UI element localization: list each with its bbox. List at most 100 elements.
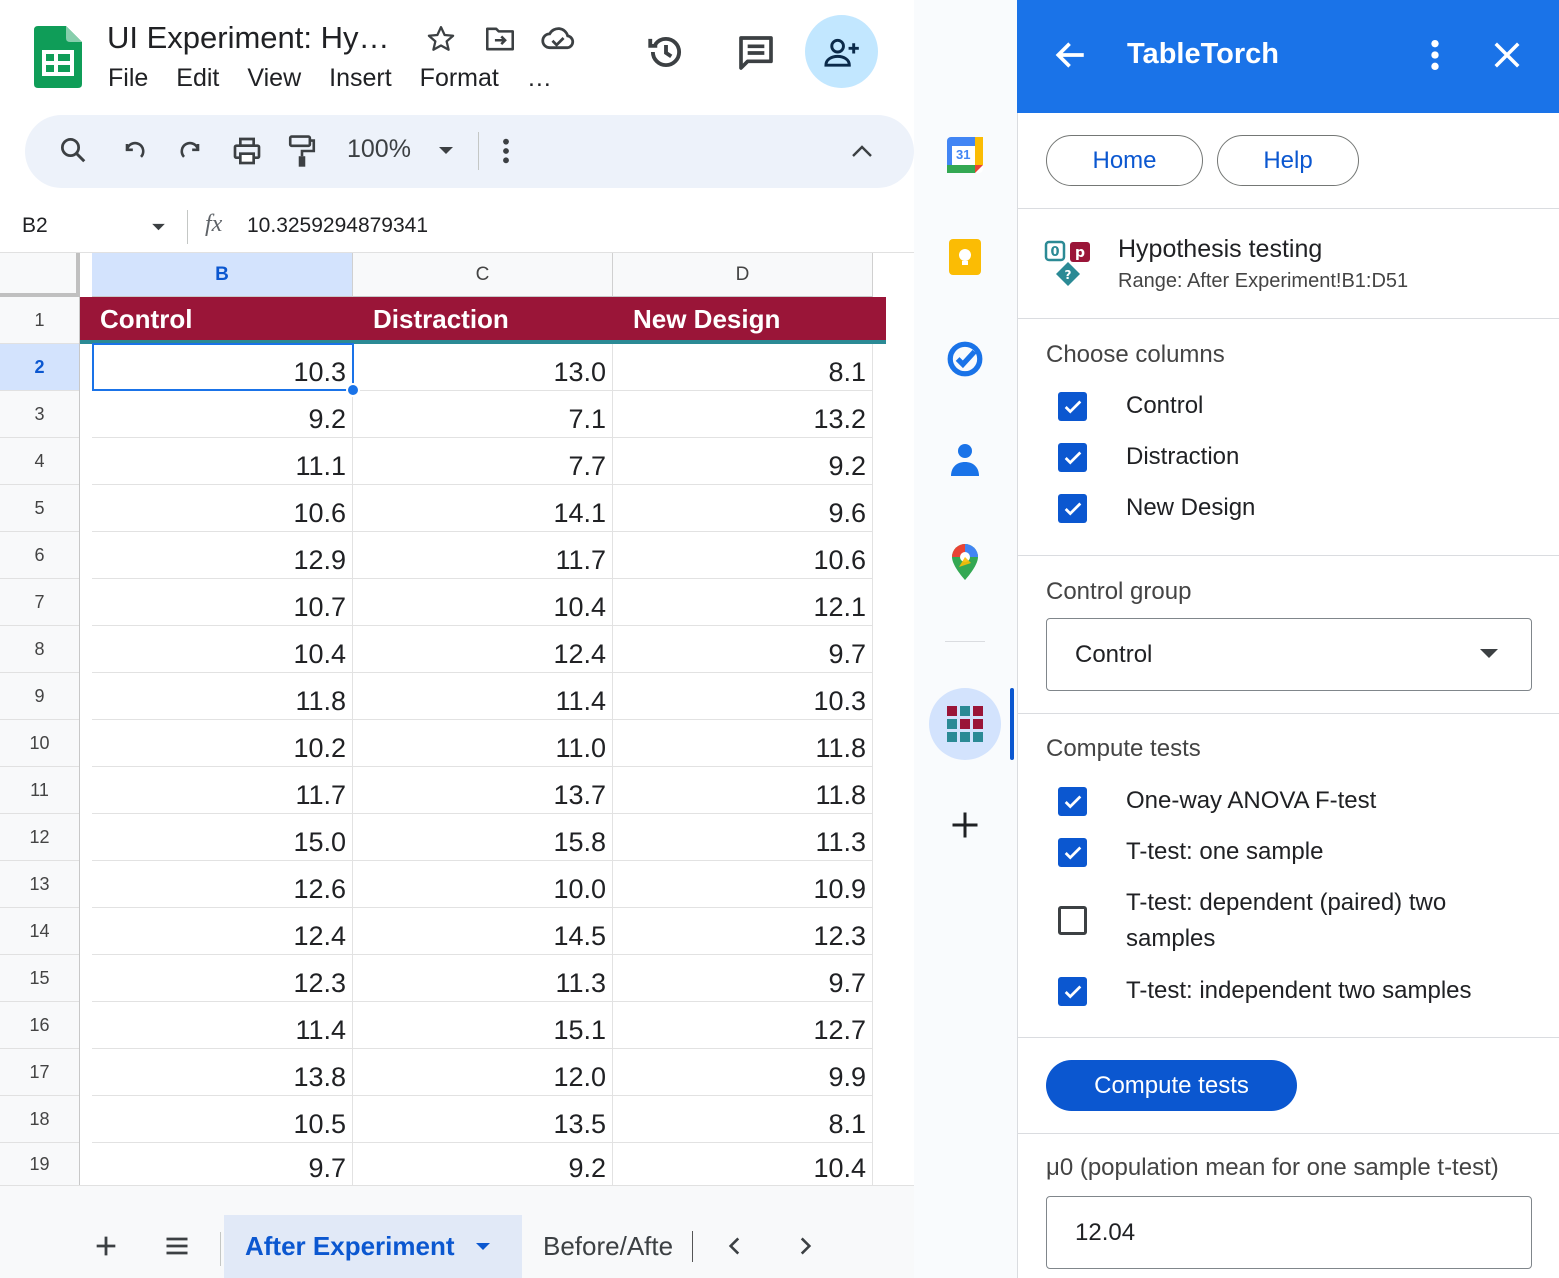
formula-input[interactable]: 10.3259294879341: [247, 214, 428, 238]
menu-format[interactable]: Format: [420, 64, 499, 93]
row-header-15[interactable]: 15: [0, 955, 79, 1002]
search-menus-icon[interactable]: [58, 135, 88, 165]
all-sheets-icon[interactable]: [162, 1232, 192, 1260]
close-icon[interactable]: [1492, 40, 1522, 70]
row-header-9[interactable]: 9: [0, 673, 79, 720]
row-header-7[interactable]: 7: [0, 579, 79, 626]
checkbox-label[interactable]: Distraction: [1126, 439, 1239, 475]
table-cell[interactable]: 8.1: [613, 344, 873, 391]
table-cell[interactable]: 11.1: [92, 438, 353, 485]
menu-more[interactable]: …: [527, 64, 552, 93]
zoom-dropdown-icon[interactable]: [438, 146, 454, 156]
row-header-8[interactable]: 8: [0, 626, 79, 673]
table-cell[interactable]: 12.6: [92, 861, 353, 908]
chevron-left-icon[interactable]: [722, 1233, 748, 1259]
keep-icon[interactable]: [947, 239, 983, 275]
redo-icon[interactable]: [177, 137, 205, 165]
table-cell[interactable]: 11.0: [353, 720, 613, 767]
cloud-saved-icon[interactable]: [540, 24, 576, 52]
table-cell[interactable]: 9.2: [92, 391, 353, 438]
checkbox-label[interactable]: Control: [1126, 388, 1203, 424]
tab-menu-icon[interactable]: [475, 1242, 491, 1252]
row-header-13[interactable]: 13: [0, 861, 79, 908]
table-cell[interactable]: 11.7: [92, 767, 353, 814]
select-all-corner[interactable]: [0, 253, 80, 297]
checkbox[interactable]: [1058, 977, 1087, 1006]
table-cell[interactable]: 7.7: [353, 438, 613, 485]
table-cell[interactable]: 12.3: [613, 908, 873, 955]
table-cell[interactable]: 10.4: [353, 579, 613, 626]
zoom-select[interactable]: 100%: [347, 135, 411, 164]
paint-format-icon[interactable]: [287, 134, 317, 168]
table-cell[interactable]: 11.3: [353, 955, 613, 1002]
checkbox[interactable]: [1058, 494, 1087, 523]
table-cell[interactable]: 10.2: [92, 720, 353, 767]
table-cell[interactable]: 13.5: [353, 1096, 613, 1143]
table-cell[interactable]: 11.3: [613, 814, 873, 861]
column-header-c[interactable]: C: [353, 253, 613, 297]
mu0-input[interactable]: [1046, 1196, 1532, 1269]
table-cell[interactable]: 14.1: [353, 485, 613, 532]
table-cell[interactable]: 9.9: [613, 1049, 873, 1096]
table-cell[interactable]: 12.4: [353, 626, 613, 673]
checkbox-label[interactable]: T-test: one sample: [1126, 834, 1323, 870]
home-button[interactable]: Home: [1046, 135, 1203, 186]
table-cell[interactable]: 9.7: [613, 626, 873, 673]
horizontal-scroll-area[interactable]: [0, 1185, 914, 1215]
checkbox[interactable]: [1058, 443, 1087, 472]
calendar-icon[interactable]: 31: [947, 137, 983, 173]
header-cell[interactable]: New Design: [613, 297, 873, 341]
table-cell[interactable]: 10.6: [613, 532, 873, 579]
row-header-1[interactable]: 1: [0, 297, 79, 344]
version-history-icon[interactable]: [645, 31, 687, 73]
help-button[interactable]: Help: [1217, 135, 1359, 186]
tasks-icon[interactable]: [946, 340, 984, 378]
table-cell[interactable]: 9.6: [613, 485, 873, 532]
column-header-d[interactable]: D: [613, 253, 873, 297]
row-header-11[interactable]: 11: [0, 767, 79, 814]
more-toolbar-icon[interactable]: [501, 137, 511, 165]
header-cell[interactable]: Control: [80, 297, 353, 341]
checkbox[interactable]: [1058, 392, 1087, 421]
row-header-2[interactable]: 2: [0, 344, 79, 391]
table-cell[interactable]: 9.2: [353, 1143, 613, 1187]
undo-icon[interactable]: [120, 137, 148, 165]
table-cell[interactable]: 7.1: [353, 391, 613, 438]
table-cell[interactable]: 14.5: [353, 908, 613, 955]
checkbox[interactable]: [1058, 787, 1087, 816]
collapse-menus-icon[interactable]: [851, 144, 873, 158]
menu-file[interactable]: File: [108, 64, 148, 93]
add-sheet-icon[interactable]: [92, 1232, 120, 1260]
row-header-17[interactable]: 17: [0, 1049, 79, 1096]
table-cell[interactable]: 15.0: [92, 814, 353, 861]
control-group-select[interactable]: Control: [1046, 618, 1532, 691]
table-cell[interactable]: 10.9: [613, 861, 873, 908]
table-cell[interactable]: 10.4: [92, 626, 353, 673]
share-button[interactable]: [805, 15, 878, 88]
table-cell[interactable]: 9.7: [613, 955, 873, 1002]
star-icon[interactable]: [426, 24, 456, 54]
table-cell[interactable]: 12.1: [613, 579, 873, 626]
table-cell[interactable]: 10.3: [613, 673, 873, 720]
name-box[interactable]: B2: [22, 214, 48, 238]
row-header-18[interactable]: 18: [0, 1096, 79, 1143]
table-cell[interactable]: 12.7: [613, 1002, 873, 1049]
table-cell[interactable]: 11.4: [353, 673, 613, 720]
table-cell[interactable]: 11.8: [613, 767, 873, 814]
name-box-dropdown-icon[interactable]: [151, 223, 166, 232]
menu-view[interactable]: View: [247, 64, 301, 93]
header-cell[interactable]: Distraction: [353, 297, 613, 341]
row-header-5[interactable]: 5: [0, 485, 79, 532]
contacts-icon[interactable]: [950, 442, 980, 478]
comments-icon[interactable]: [736, 33, 776, 73]
table-cell[interactable]: 10.4: [613, 1143, 873, 1187]
table-cell[interactable]: 9.2: [613, 438, 873, 485]
row-header-16[interactable]: 16: [0, 1002, 79, 1049]
row-header-14[interactable]: 14: [0, 908, 79, 955]
more-vert-icon[interactable]: [1430, 38, 1440, 72]
sheet-tab-2[interactable]: Before/Afte: [543, 1231, 693, 1262]
column-header-b[interactable]: B: [92, 253, 353, 297]
table-cell[interactable]: 13.7: [353, 767, 613, 814]
table-cell[interactable]: 12.3: [92, 955, 353, 1002]
row-header-4[interactable]: 4: [0, 438, 79, 485]
